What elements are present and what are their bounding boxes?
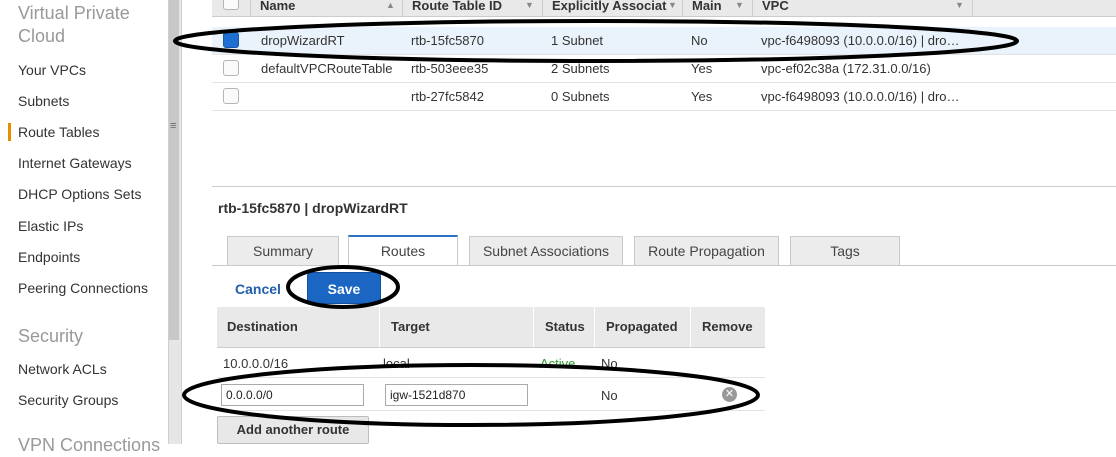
cancel-link[interactable]: Cancel: [235, 281, 281, 297]
select-all-checkbox[interactable]: [223, 0, 239, 10]
sidebar-item-route-tables[interactable]: Route Tables: [18, 124, 99, 140]
column-separator: [542, 0, 543, 16]
routes-table-header: Destination Target Status Propagated Rem…: [217, 307, 765, 348]
column-separator: [379, 307, 380, 347]
tab-route-propagation[interactable]: Route Propagation: [634, 236, 779, 265]
sort-icon[interactable]: ▼: [525, 0, 534, 10]
route-propagated: No: [601, 356, 618, 371]
row-route-table-id: rtb-15fc5870: [411, 33, 484, 48]
table-row[interactable]: rtb-27fc5842 0 Subnets Yes vpc-f6498093 …: [212, 83, 1116, 111]
row-main: Yes: [691, 61, 713, 76]
scrollbar-thumb[interactable]: [169, 0, 179, 340]
table-header: Name ▲ Route Table ID ▼ Explicitly Assoc…: [212, 0, 1116, 17]
sidebar-vpn-heading: VPN Connections: [18, 435, 161, 455]
row-main: Yes: [691, 89, 713, 104]
sidebar-item-security-groups[interactable]: Security Groups: [18, 392, 118, 408]
row-main: No: [691, 33, 708, 48]
column-separator: [690, 307, 691, 347]
row-associations: 1 Subnet: [551, 33, 604, 48]
sidebar-item-your-vpcs[interactable]: Your VPCs: [18, 62, 86, 78]
active-indicator: [8, 123, 11, 141]
sort-icon[interactable]: ▼: [735, 0, 744, 10]
sidebar-item-subnets[interactable]: Subnets: [18, 93, 69, 109]
sidebar-item-endpoints[interactable]: Endpoints: [18, 249, 80, 265]
col-destination-header: Destination: [227, 319, 298, 334]
row-checkbox[interactable]: [223, 60, 239, 76]
row-vpc: vpc-ef02c38a (172.31.0.0/16): [761, 61, 931, 76]
col-vpc-header[interactable]: VPC: [762, 0, 789, 13]
new-route-propagated: No: [601, 388, 618, 403]
sidebar-item-internet-gateways[interactable]: Internet Gateways: [18, 155, 132, 171]
column-separator: [250, 0, 251, 16]
sidebar-item-dhcp-options[interactable]: DHCP Options Sets: [18, 186, 141, 202]
col-main-header[interactable]: Main: [692, 0, 722, 13]
table-row[interactable]: defaultVPCRouteTable rtb-503eee35 2 Subn…: [212, 55, 1116, 83]
add-route-button[interactable]: Add another route: [217, 416, 369, 444]
destination-input[interactable]: 0.0.0.0/0: [221, 384, 364, 406]
row-divider: [217, 410, 765, 411]
col-explicitly-associated-header[interactable]: Explicitly Associat: [552, 0, 666, 13]
row-vpc: vpc-f6498093 (10.0.0.0/16) | dro…: [761, 33, 960, 48]
sidebar-security-heading: Security: [18, 326, 84, 346]
row-associations: 2 Subnets: [551, 61, 610, 76]
sidebar: Virtual Private Cloud Your VPCs Subnets …: [0, 0, 168, 455]
sidebar-heading: Virtual Private Cloud: [18, 3, 130, 46]
column-separator: [594, 307, 595, 347]
detail-title: rtb-15fc5870 | dropWizardRT: [218, 200, 408, 216]
remove-route-icon[interactable]: ✕: [722, 387, 737, 402]
row-divider: [217, 377, 765, 378]
resize-grip-icon[interactable]: ≡: [170, 120, 176, 132]
col-name-header[interactable]: Name: [260, 0, 295, 13]
column-separator: [682, 0, 683, 16]
sidebar-item-elastic-ips[interactable]: Elastic IPs: [18, 218, 83, 234]
table-row[interactable]: dropWizardRT rtb-15fc5870 1 Subnet No vp…: [212, 27, 1116, 55]
row-name: defaultVPCRouteTable: [261, 61, 393, 76]
sort-icon[interactable]: ▼: [955, 0, 964, 10]
row-route-table-id: rtb-27fc5842: [411, 89, 484, 104]
row-vpc: vpc-f6498093 (10.0.0.0/16) | dro…: [761, 89, 960, 104]
col-propagated-header: Propagated: [606, 319, 678, 334]
route-destination: 10.0.0.0/16: [223, 356, 289, 371]
sort-icon[interactable]: ▼: [668, 0, 677, 10]
pane-divider[interactable]: [212, 186, 1116, 187]
col-route-table-id-header[interactable]: Route Table ID: [412, 0, 502, 13]
col-target-header: Target: [391, 319, 430, 334]
target-input[interactable]: igw-1521d870: [385, 384, 528, 406]
row-associations: 0 Subnets: [551, 89, 610, 104]
sort-asc-icon[interactable]: ▲: [386, 0, 395, 10]
sidebar-item-network-acls[interactable]: Network ACLs: [18, 361, 107, 377]
tabs-underline: [212, 265, 1116, 266]
col-remove-header: Remove: [702, 319, 753, 334]
row-route-table-id: rtb-503eee35: [411, 61, 489, 76]
col-status-header: Status: [545, 319, 585, 334]
row-name: dropWizardRT: [261, 33, 345, 48]
tab-routes[interactable]: Routes: [348, 235, 458, 266]
route-target: local: [383, 356, 410, 371]
tab-tags[interactable]: Tags: [790, 236, 900, 265]
column-separator: [752, 0, 753, 16]
column-separator: [402, 0, 403, 16]
tab-subnet-associations[interactable]: Subnet Associations: [469, 236, 623, 265]
column-separator: [533, 307, 534, 347]
row-checkbox[interactable]: [223, 32, 239, 48]
sidebar-item-peering[interactable]: Peering Connections: [18, 280, 148, 296]
save-button[interactable]: Save: [307, 272, 381, 304]
row-checkbox[interactable]: [223, 88, 239, 104]
route-status: Active: [540, 356, 576, 371]
tab-summary[interactable]: Summary: [227, 236, 339, 265]
column-separator: [972, 0, 973, 16]
